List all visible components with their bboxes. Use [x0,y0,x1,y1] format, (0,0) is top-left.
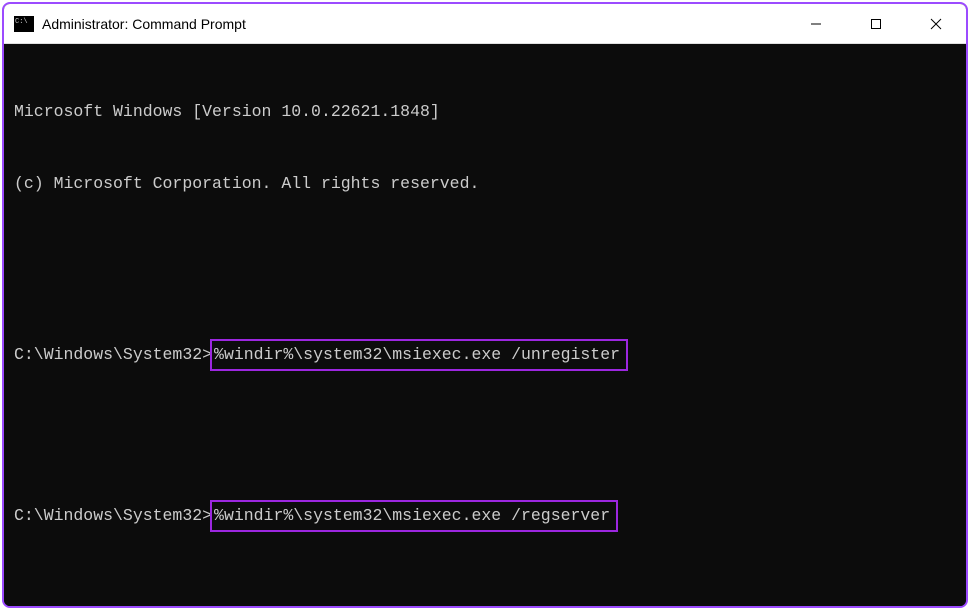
copyright-line: (c) Microsoft Corporation. All rights re… [14,172,956,196]
prompt: C:\Windows\System32> [14,504,212,528]
app-icon [14,16,34,32]
blank-line [14,243,956,267]
command-line-2: C:\Windows\System32>%windir%\system32\ms… [14,500,956,532]
close-button[interactable] [906,4,966,43]
window-controls [786,4,966,43]
terminal-area[interactable]: Microsoft Windows [Version 10.0.22621.18… [4,44,966,606]
minimize-button[interactable] [786,4,846,43]
maximize-button[interactable] [846,4,906,43]
command-prompt-window: Administrator: Command Prompt Microsoft [2,2,968,608]
maximize-icon [870,18,882,30]
close-icon [930,18,942,30]
prompt: C:\Windows\System32> [14,343,212,367]
titlebar[interactable]: Administrator: Command Prompt [4,4,966,44]
blank-line [14,580,956,590]
blank-line [14,419,956,429]
highlighted-command-2: %windir%\system32\msiexec.exe /regserver [210,500,618,532]
version-line: Microsoft Windows [Version 10.0.22621.18… [14,100,956,124]
minimize-icon [810,18,822,30]
window-title: Administrator: Command Prompt [42,16,786,32]
command-line-1: C:\Windows\System32>%windir%\system32\ms… [14,339,956,371]
highlighted-command-1: %windir%\system32\msiexec.exe /unregiste… [210,339,628,371]
